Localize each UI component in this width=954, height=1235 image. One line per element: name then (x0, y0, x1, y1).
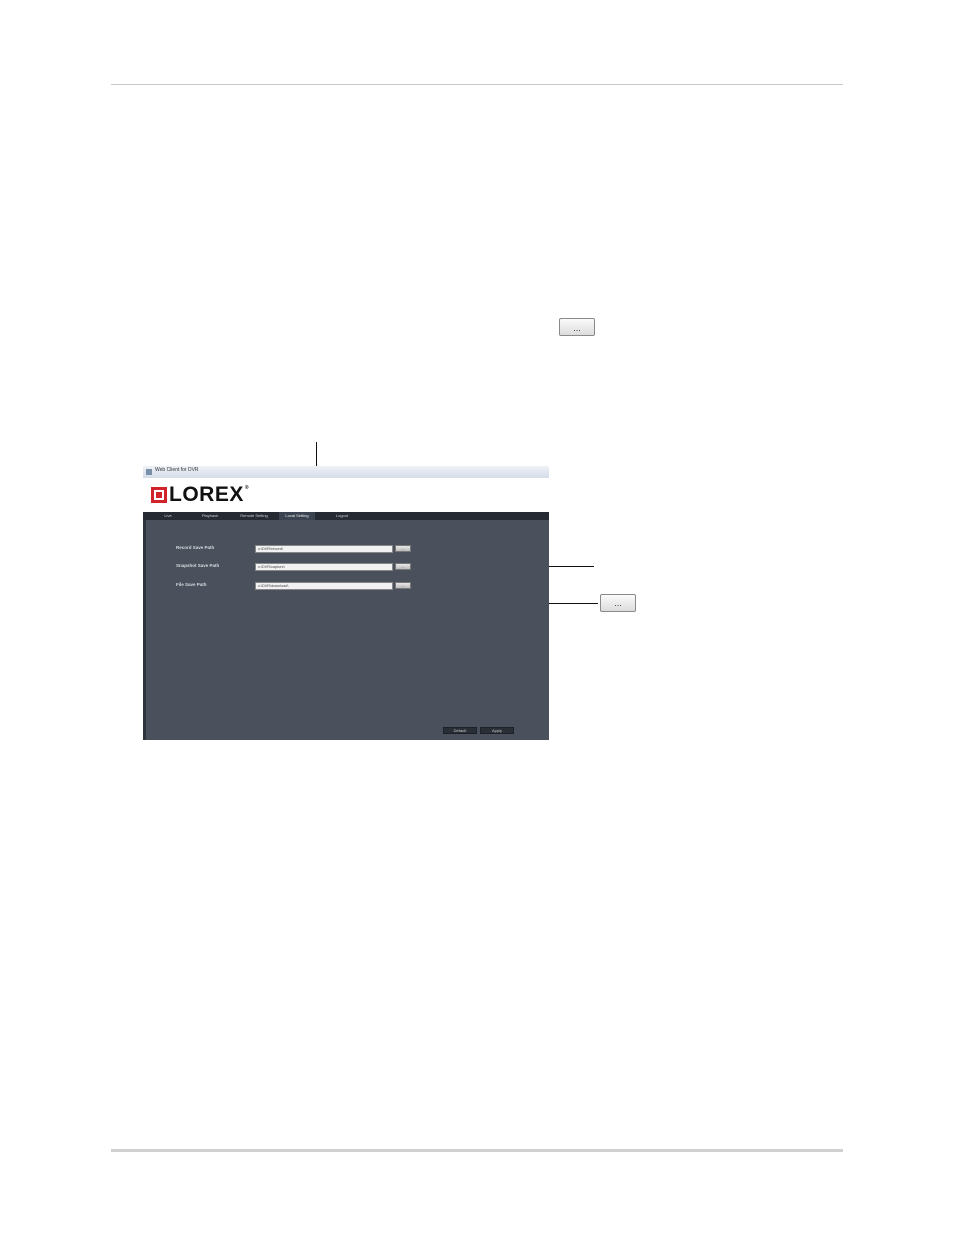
snapshot-save-path-input[interactable]: c:\DVR\capture\ (255, 563, 393, 571)
ellipsis-button-inline[interactable]: ... (559, 318, 595, 336)
window-title: Web Client for DVR (155, 467, 199, 473)
tab-playback[interactable]: Playback (193, 512, 227, 520)
apply-button[interactable]: Apply (480, 727, 514, 734)
window-titlebar: Web Client for DVR (143, 466, 549, 478)
sidebar-edge (143, 520, 146, 740)
record-save-path-input[interactable]: c:\DVR\record\ (255, 545, 393, 553)
ellipsis-button-callout[interactable]: ... (600, 594, 636, 612)
file-save-path-label: File Save Path (176, 582, 207, 587)
logo-banner: LOREX® (143, 478, 549, 512)
file-save-path-input[interactable]: c:\DVR\download\ (255, 582, 393, 590)
file-browse-button[interactable]: ... (395, 582, 411, 589)
default-button[interactable]: Default (443, 727, 477, 734)
footer-rule (111, 1149, 843, 1152)
record-save-path-label: Record Save Path (176, 545, 215, 550)
lorex-logo-icon (151, 487, 167, 503)
local-setting-screenshot: Web Client for DVR LOREX® Live Playback … (143, 466, 549, 740)
header-rule (111, 84, 843, 85)
tab-local-setting[interactable]: Local Setting (279, 512, 315, 520)
nav-bar: Live Playback Remote Setting Local Setti… (143, 512, 549, 520)
lorex-logo: LOREX® (169, 483, 250, 506)
snapshot-browse-button[interactable]: ... (395, 563, 411, 570)
record-browse-button[interactable]: ... (395, 545, 411, 552)
tab-logout[interactable]: Logout (325, 512, 359, 520)
app-icon (146, 469, 152, 475)
tab-live[interactable]: Live (151, 512, 185, 520)
tab-remote-setting[interactable]: Remote Setting (233, 512, 275, 520)
snapshot-save-path-label: Snapshot Save Path (176, 563, 220, 568)
